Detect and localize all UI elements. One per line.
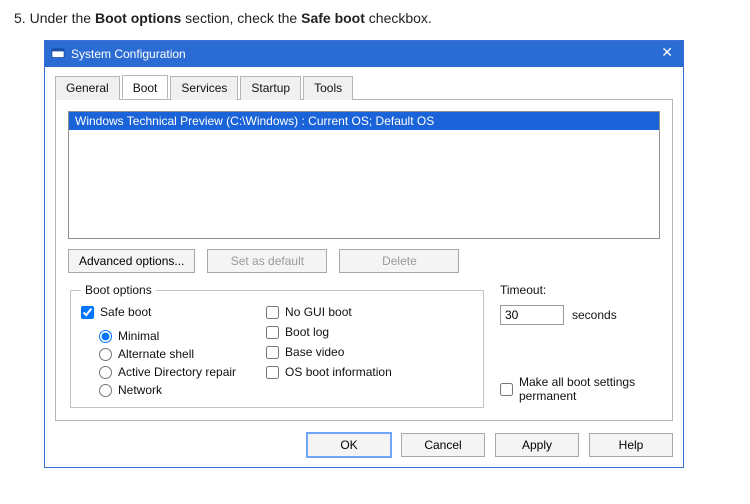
minimal-row[interactable]: Minimal — [99, 329, 236, 343]
boot-options-col-left: Safe boot Minimal Alternate shell — [81, 305, 236, 397]
make-permanent-label: Make all boot settings permanent — [519, 375, 660, 403]
ad-repair-radio[interactable] — [99, 366, 112, 379]
tab-services[interactable]: Services — [170, 76, 238, 100]
safe-boot-label: Safe boot — [100, 305, 151, 319]
safe-boot-radios: Minimal Alternate shell Active Directory… — [99, 329, 236, 397]
client-area: General Boot Services Startup Tools Wind… — [45, 67, 683, 467]
tabs: General Boot Services Startup Tools — [55, 75, 673, 100]
network-radio[interactable] — [99, 384, 112, 397]
dialog-buttons: OK Cancel Apply Help — [55, 433, 673, 457]
network-label: Network — [118, 383, 162, 397]
tab-general[interactable]: General — [55, 76, 120, 100]
timeout-input[interactable] — [500, 305, 564, 325]
network-row[interactable]: Network — [99, 383, 236, 397]
timeout-label: Timeout: — [500, 283, 660, 297]
boot-options-group: Boot options Safe boot Minimal — [70, 283, 484, 408]
ad-repair-label: Active Directory repair — [118, 365, 236, 379]
close-icon[interactable]: ✕ — [661, 45, 673, 59]
os-list[interactable]: Windows Technical Preview (C:\Windows) :… — [68, 111, 660, 239]
tab-boot[interactable]: Boot — [122, 75, 169, 99]
tab-startup[interactable]: Startup — [240, 76, 301, 100]
make-permanent-checkbox[interactable] — [500, 383, 513, 396]
tab-tools[interactable]: Tools — [303, 76, 353, 100]
app-icon — [51, 47, 65, 61]
apply-button[interactable]: Apply — [495, 433, 579, 457]
system-configuration-window: System Configuration ✕ General Boot Serv… — [44, 40, 684, 468]
ad-repair-row[interactable]: Active Directory repair — [99, 365, 236, 379]
advanced-options-button[interactable]: Advanced options... — [68, 249, 195, 273]
tab-panel-boot: Windows Technical Preview (C:\Windows) :… — [55, 99, 673, 421]
boot-log-checkbox[interactable] — [266, 326, 279, 339]
cancel-button[interactable]: Cancel — [401, 433, 485, 457]
no-gui-boot-label: No GUI boot — [285, 305, 352, 319]
safe-boot-row[interactable]: Safe boot — [81, 305, 236, 319]
timeout-unit: seconds — [572, 308, 617, 322]
ok-button[interactable]: OK — [307, 433, 391, 457]
boot-options-legend: Boot options — [81, 283, 156, 297]
alternate-shell-row[interactable]: Alternate shell — [99, 347, 236, 361]
alternate-shell-radio[interactable] — [99, 348, 112, 361]
timeout-column: Timeout: seconds Make all boot settings … — [500, 283, 660, 408]
instruction-step: 5. Under the Boot options section, check… — [14, 10, 736, 26]
base-video-label: Base video — [285, 345, 344, 359]
base-video-row[interactable]: Base video — [266, 345, 392, 359]
boot-options-col-right: No GUI boot Boot log Base video — [266, 305, 392, 397]
minimal-radio[interactable] — [99, 330, 112, 343]
no-gui-boot-checkbox[interactable] — [266, 306, 279, 319]
os-boot-info-label: OS boot information — [285, 365, 392, 379]
delete-button: Delete — [339, 249, 459, 273]
alternate-shell-label: Alternate shell — [118, 347, 194, 361]
safe-boot-checkbox[interactable] — [81, 306, 94, 319]
help-button[interactable]: Help — [589, 433, 673, 457]
no-gui-boot-row[interactable]: No GUI boot — [266, 305, 392, 319]
minimal-label: Minimal — [118, 329, 159, 343]
boot-log-label: Boot log — [285, 325, 329, 339]
os-boot-info-checkbox[interactable] — [266, 366, 279, 379]
window-title: System Configuration — [71, 47, 186, 61]
titlebar: System Configuration ✕ — [45, 41, 683, 67]
boot-log-row[interactable]: Boot log — [266, 325, 392, 339]
os-boot-info-row[interactable]: OS boot information — [266, 365, 392, 379]
os-button-row: Advanced options... Set as default Delet… — [68, 249, 660, 273]
lower-row: Boot options Safe boot Minimal — [68, 283, 660, 408]
set-as-default-button: Set as default — [207, 249, 327, 273]
make-permanent-row[interactable]: Make all boot settings permanent — [500, 375, 660, 403]
step-number: 5. — [14, 10, 26, 26]
base-video-checkbox[interactable] — [266, 346, 279, 359]
os-list-item[interactable]: Windows Technical Preview (C:\Windows) :… — [69, 112, 659, 130]
